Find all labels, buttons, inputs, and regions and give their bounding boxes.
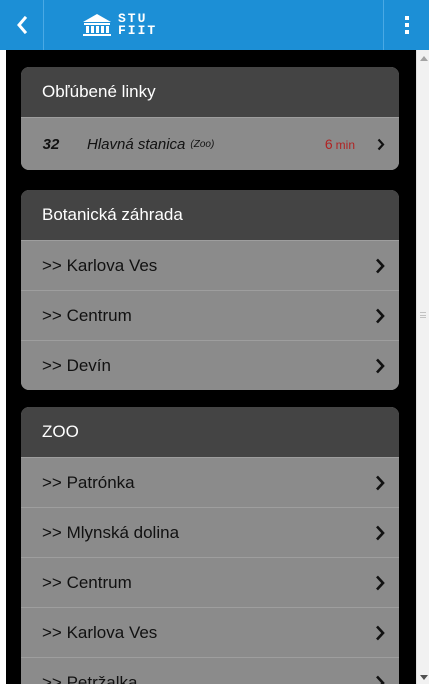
chevron-right-icon bbox=[376, 525, 385, 541]
favorite-line-row[interactable]: 32 Hlavná stanica (Zoo) 6 min bbox=[21, 117, 399, 170]
chevron-right-icon bbox=[376, 308, 385, 324]
favorites-header: Obľúbené linky bbox=[21, 67, 399, 117]
chevron-right-icon bbox=[376, 575, 385, 591]
content-area: Obľúbené linky 32 Hlavná stanica (Zoo) 6… bbox=[6, 50, 416, 684]
chevron-right-icon bbox=[376, 675, 385, 684]
stop-card-header: ZOO bbox=[21, 407, 399, 457]
direction-label: >> Karlova Ves bbox=[42, 255, 158, 275]
direction-label: >> Devín bbox=[42, 355, 111, 375]
stop-card-header: Botanická záhrada bbox=[21, 190, 399, 240]
stop-card-botanicka-zahrada: Botanická záhrada >> Karlova Ves >> Cent… bbox=[21, 190, 399, 390]
chevron-right-icon bbox=[376, 475, 385, 491]
direction-row[interactable]: >> Karlova Ves bbox=[21, 607, 399, 657]
direction-row[interactable]: >> Centrum bbox=[21, 557, 399, 607]
departure-time-value: 6 bbox=[324, 136, 333, 152]
direction-label: >> Patrónka bbox=[42, 472, 135, 492]
scroll-down-arrow-icon[interactable] bbox=[420, 675, 428, 680]
logo-text: STU FIIT bbox=[118, 12, 158, 38]
stu-fiit-logo: STU FIIT bbox=[82, 0, 157, 50]
chevron-left-icon bbox=[16, 16, 27, 34]
direction-row[interactable]: >> Mlynská dolina bbox=[21, 507, 399, 557]
scrollbar[interactable] bbox=[416, 50, 429, 684]
departure-time-unit: min bbox=[335, 138, 355, 152]
back-button[interactable] bbox=[0, 0, 44, 50]
stop-direction: (Zoo) bbox=[190, 138, 215, 150]
chevron-right-icon bbox=[376, 258, 385, 274]
direction-row[interactable]: >> Devín bbox=[21, 340, 399, 390]
logo-text-line2: FIIT bbox=[118, 23, 158, 38]
direction-label: >> Karlova Ves bbox=[42, 622, 158, 642]
building-icon bbox=[83, 14, 111, 36]
chevron-right-icon bbox=[377, 138, 385, 151]
direction-label: >> Mlynská dolina bbox=[42, 522, 180, 542]
direction-row[interactable]: >> Centrum bbox=[21, 290, 399, 340]
direction-label: >> Centrum bbox=[42, 305, 132, 325]
departure-time: 6 min bbox=[325, 136, 355, 152]
direction-label: >> Centrum bbox=[42, 572, 132, 592]
stop-name: Hlavná stanica bbox=[87, 135, 186, 153]
direction-label: >> Petržalka bbox=[42, 672, 138, 684]
favorites-card: Obľúbené linky 32 Hlavná stanica (Zoo) 6… bbox=[21, 67, 399, 170]
direction-row[interactable]: >> Petržalka bbox=[21, 657, 399, 684]
stop-card-zoo: ZOO >> Patrónka >> Mlynská dolina >> Cen… bbox=[21, 407, 399, 684]
overflow-menu-button[interactable] bbox=[383, 0, 429, 50]
direction-row[interactable]: >> Karlova Ves bbox=[21, 240, 399, 290]
scroll-up-arrow-icon[interactable] bbox=[420, 56, 428, 61]
more-vertical-icon bbox=[404, 16, 409, 34]
direction-row[interactable]: >> Patrónka bbox=[21, 457, 399, 507]
line-number: 32 bbox=[42, 135, 60, 153]
chevron-right-icon bbox=[376, 358, 385, 374]
chevron-right-icon bbox=[376, 625, 385, 641]
scroll-grip-icon[interactable] bbox=[420, 312, 426, 318]
app-bar: STU FIIT bbox=[0, 0, 429, 50]
